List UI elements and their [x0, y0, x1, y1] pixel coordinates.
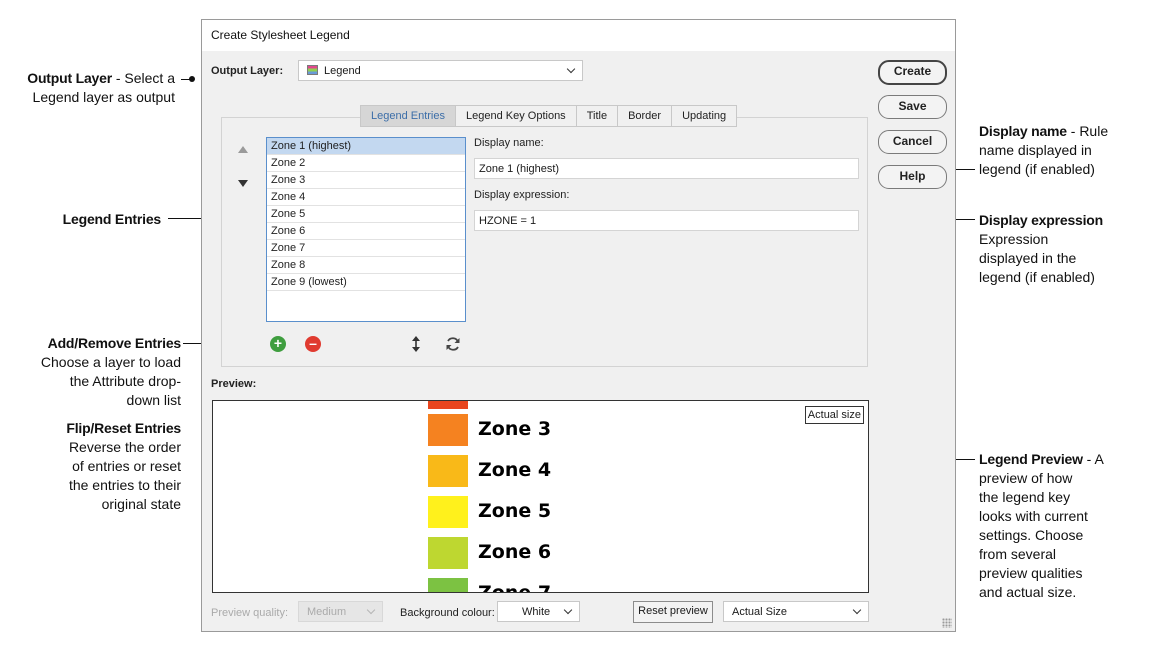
preview-label-zone: Zone 7 [478, 582, 552, 593]
move-down-icon[interactable] [238, 180, 248, 187]
preview-label: Preview: [211, 378, 257, 390]
resize-grip-icon[interactable] [942, 618, 952, 628]
preview-label-zone: Zone 4 [478, 459, 552, 481]
save-button[interactable]: Save [878, 95, 947, 119]
preview-label-zone: Zone 3 [478, 418, 552, 440]
list-item[interactable]: Zone 8 [267, 257, 465, 274]
annotation-legend-entries: Legend Entries [62, 211, 162, 227]
list-item[interactable]: Zone 2 [267, 155, 465, 172]
output-layer-dropdown[interactable]: Legend [298, 60, 583, 81]
move-up-icon[interactable] [238, 146, 248, 153]
background-colour-dropdown[interactable]: White [497, 601, 580, 622]
reset-entries-icon[interactable] [444, 335, 462, 353]
tab-border[interactable]: Border [618, 105, 673, 127]
help-button[interactable]: Help [878, 165, 947, 189]
tab-bar: Legend Entries Legend Key Options Title … [360, 105, 738, 127]
preview-swatch [428, 414, 468, 446]
list-item[interactable]: Zone 9 (lowest) [267, 274, 465, 291]
chevron-down-icon [563, 605, 573, 615]
output-layer-label: Output Layer: [211, 65, 284, 77]
tab-updating[interactable]: Updating [672, 105, 738, 127]
legend-layer-icon [307, 65, 318, 75]
dialog-titlebar: Create Stylesheet Legend [202, 20, 955, 51]
annotation-title: Output Layer [27, 70, 112, 86]
create-button[interactable]: Create [878, 60, 947, 85]
actual-size-tag: Actual size [804, 406, 864, 424]
background-colour-label: Background colour: [400, 607, 495, 619]
flip-entries-icon[interactable] [410, 335, 422, 353]
preview-swatch [428, 537, 468, 569]
create-stylesheet-legend-dialog: Create Stylesheet Legend Output Layer: L… [201, 19, 956, 632]
list-item[interactable]: Zone 1 (highest) [267, 138, 465, 155]
preview-swatch [428, 455, 468, 487]
tab-title[interactable]: Title [576, 105, 619, 127]
list-item[interactable]: Zone 5 [267, 206, 465, 223]
list-item[interactable]: Zone 3 [267, 172, 465, 189]
list-item[interactable]: Zone 4 [267, 189, 465, 206]
annotation-add-remove: Add/Remove Entries Choose a layer to loa… [40, 335, 181, 408]
legend-preview: Zone 3 Zone 4 Zone 5 Zone 6 Zone 7 Actua… [212, 400, 869, 593]
preview-quality-dropdown[interactable]: Medium [298, 601, 383, 622]
output-layer-value: Legend [324, 65, 361, 77]
annotation-legend-preview: Legend Preview - A preview of how the le… [979, 451, 1104, 600]
tab-legend-entries[interactable]: Legend Entries [360, 105, 456, 127]
tab-legend-key-options[interactable]: Legend Key Options [456, 105, 577, 127]
display-name-input[interactable]: Zone 1 (highest) [474, 158, 859, 179]
list-item[interactable]: Zone 6 [267, 223, 465, 240]
chevron-down-icon [852, 605, 862, 615]
dialog-title: Create Stylesheet Legend [211, 28, 350, 42]
display-expression-label: Display expression: [474, 189, 570, 201]
annotation-flip-reset: Flip/Reset Entries Reverse the order of … [66, 420, 181, 512]
display-name-label: Display name: [474, 137, 544, 149]
annotation-output-layer: Output Layer - Select a Legend layer as … [27, 70, 175, 105]
annotation-display-name: Display name - Rule name displayed in le… [979, 123, 1109, 177]
cancel-button[interactable]: Cancel [878, 130, 947, 154]
display-expression-input[interactable]: HZONE = 1 [474, 210, 859, 231]
preview-label-zone: Zone 6 [478, 541, 552, 563]
list-item[interactable]: Zone 7 [267, 240, 465, 257]
preview-quality-label: Preview quality: [211, 607, 289, 619]
preview-swatch [428, 578, 468, 592]
add-entry-icon[interactable]: + [270, 336, 286, 352]
leader-dot [189, 76, 195, 82]
legend-entries-list[interactable]: Zone 1 (highest) Zone 2 Zone 3 Zone 4 Zo… [266, 137, 466, 322]
preview-swatch [428, 496, 468, 528]
annotation-display-expression: Display expression Expression displayed … [979, 212, 1104, 285]
chevron-down-icon [566, 64, 576, 74]
preview-label-zone: Zone 5 [478, 500, 552, 522]
preview-swatch [428, 401, 468, 409]
reset-preview-button[interactable]: Reset preview [633, 601, 713, 623]
preview-size-dropdown[interactable]: Actual Size [723, 601, 869, 622]
remove-entry-icon[interactable]: – [305, 336, 321, 352]
chevron-down-icon [366, 605, 376, 615]
